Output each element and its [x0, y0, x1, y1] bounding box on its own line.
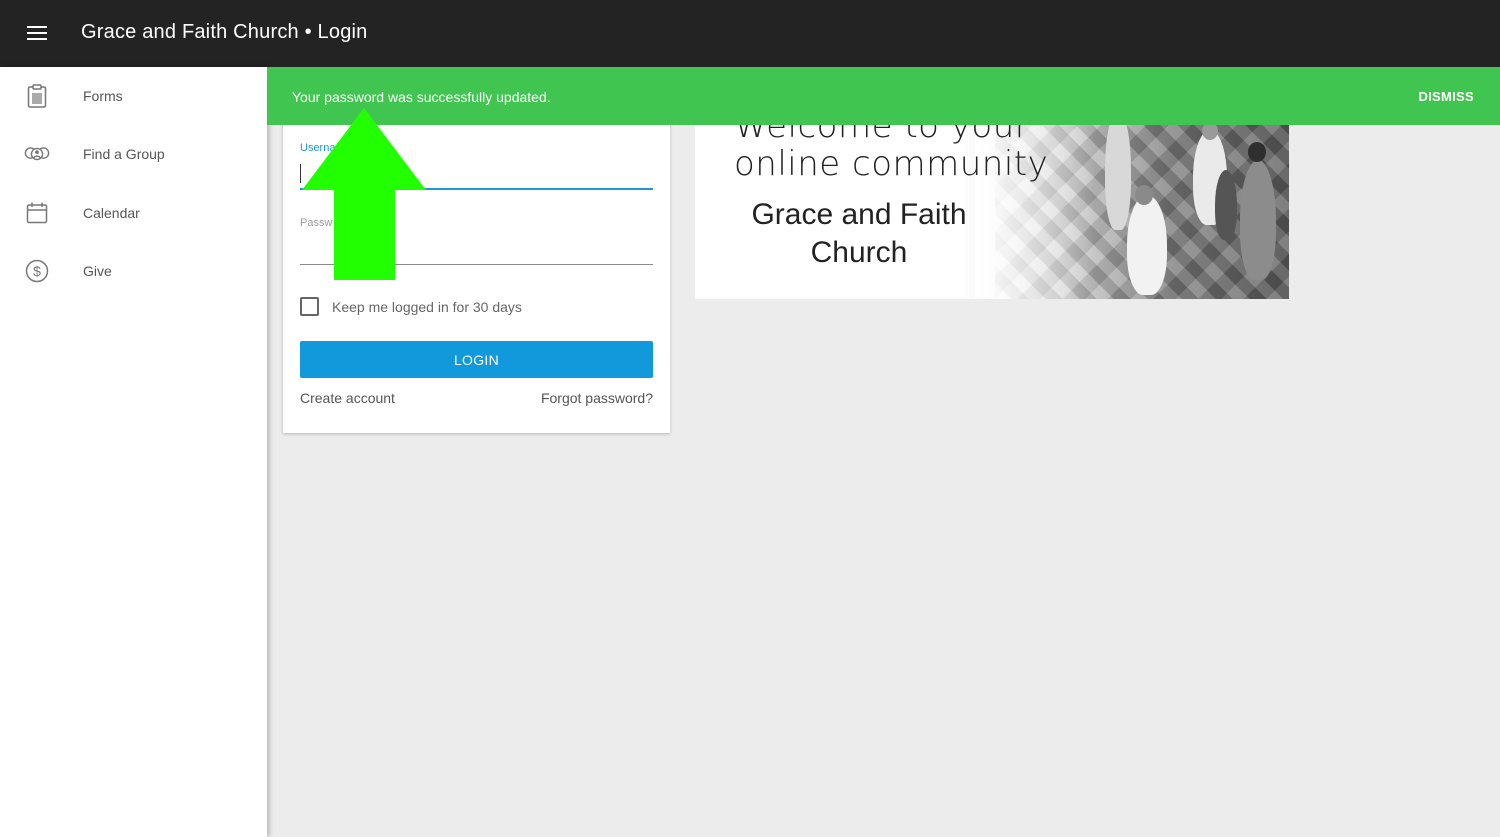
- text-cursor: [300, 164, 301, 183]
- dollar-circle-icon: $: [24, 258, 50, 284]
- notification-message: Your password was successfully updated.: [292, 89, 551, 105]
- sidebar-item-find-a-group[interactable]: Find a Group: [0, 125, 267, 183]
- login-button[interactable]: LOGIN: [300, 341, 653, 378]
- photo-person: [1240, 160, 1276, 280]
- sidebar-item-calendar[interactable]: Calendar: [0, 184, 267, 242]
- forgot-password-link[interactable]: Forgot password?: [541, 390, 653, 406]
- success-notification: Your password was successfully updated. …: [267, 67, 1500, 125]
- keep-logged-in-checkbox[interactable]: [300, 297, 319, 316]
- hero-welcome-line2: online community: [734, 144, 1049, 184]
- photo-person: [1127, 195, 1167, 295]
- create-account-link[interactable]: Create account: [300, 390, 395, 406]
- photo-person: [1105, 110, 1131, 230]
- sidebar-item-label: Find a Group: [83, 146, 165, 162]
- sidebar-item-label: Calendar: [83, 205, 140, 221]
- page-title: Grace and Faith Church • Login: [81, 21, 368, 43]
- hero-church-name: Grace and Faith Church: [751, 198, 967, 269]
- keep-logged-in-label: Keep me logged in for 30 days: [332, 298, 522, 315]
- welcome-hero-image: Welcome to your online community Grace a…: [695, 100, 1289, 299]
- sidebar-item-label: Give: [83, 263, 112, 279]
- photo-person: [1215, 170, 1237, 240]
- sidebar-item-label: Forms: [83, 88, 123, 104]
- sidebar-nav: Forms Find a Group Calendar $ Give: [0, 67, 267, 837]
- sidebar-item-forms[interactable]: Forms: [0, 67, 267, 125]
- keep-logged-in-option[interactable]: Keep me logged in for 30 days: [300, 297, 522, 316]
- calendar-icon: [24, 200, 50, 226]
- annotation-up-arrow-icon: [302, 108, 426, 280]
- hamburger-menu-icon[interactable]: [27, 26, 47, 41]
- svg-text:$: $: [33, 263, 41, 279]
- clipboard-icon: [24, 83, 50, 109]
- group-icon: [24, 141, 50, 167]
- top-app-bar: Grace and Faith Church • Login: [0, 0, 1500, 67]
- dismiss-button[interactable]: DISMISS: [1418, 89, 1474, 104]
- sidebar-item-give[interactable]: $ Give: [0, 242, 267, 300]
